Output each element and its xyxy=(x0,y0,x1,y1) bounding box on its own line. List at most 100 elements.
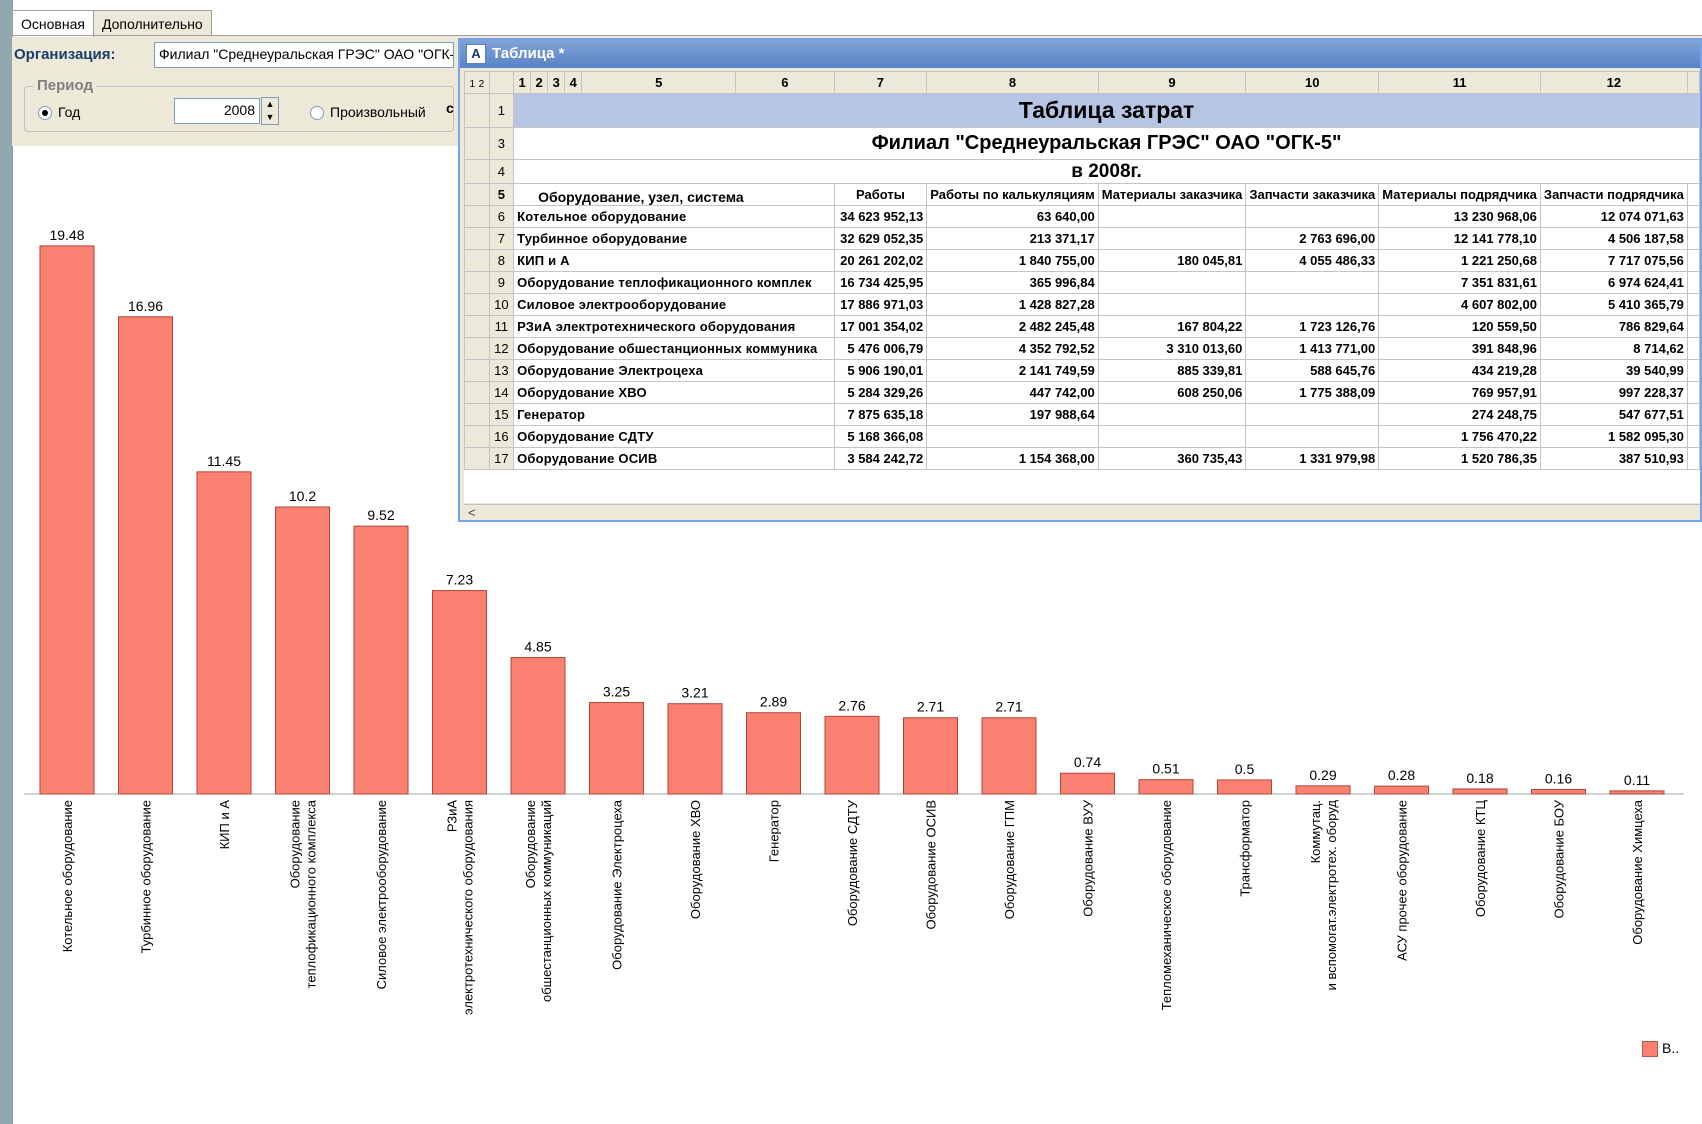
cell-works: 5 476 006,79 xyxy=(833,337,928,360)
col-header[interactable]: 9 xyxy=(1097,71,1247,94)
bar-value-label: 0.74 xyxy=(1074,754,1101,770)
bar-10[interactable] xyxy=(824,715,880,795)
year-input[interactable]: 2008 xyxy=(174,98,260,124)
bar-17[interactable] xyxy=(1374,785,1429,795)
col-header[interactable]: 8 xyxy=(926,71,1099,94)
bar-15[interactable] xyxy=(1217,779,1272,795)
tab-additional[interactable]: Дополнительно xyxy=(92,10,212,36)
row-number[interactable]: 1 xyxy=(488,93,515,128)
bar-19[interactable] xyxy=(1531,788,1586,795)
cell-contractor-materials: 120 559,50 xyxy=(1378,315,1541,338)
cell-works-calc xyxy=(926,425,1099,448)
level-buttons[interactable]: 1 2 xyxy=(464,71,490,94)
table-row[interactable]: 16 Оборудование СДТУ 5 168 366,08 1 756 470… xyxy=(464,425,1700,448)
cell-contractor-parts: 4 506 187,58 xyxy=(1539,227,1688,250)
col-header[interactable]: 3 xyxy=(547,71,566,94)
row-number[interactable]: 7 xyxy=(488,227,515,250)
table-row[interactable]: 15 Генератор 7 875 635,18 197 988,64 274 248… xyxy=(464,403,1700,426)
cell-contractor-parts: 8 714,62 xyxy=(1539,337,1688,360)
bar-8[interactable] xyxy=(667,703,723,795)
table-icon: A xyxy=(466,44,486,64)
equipment-name: Генератор xyxy=(513,403,835,426)
table-window[interactable]: A Таблица * 1 2 1 2 3 4 5 6 7 8 9 10 11 … xyxy=(458,38,1702,522)
table-row[interactable]: 9 Оборудование теплофикационного комплек 1… xyxy=(464,271,1700,294)
year-spinner[interactable]: ▲ ▼ xyxy=(261,97,279,125)
bar-value-label: 19.48 xyxy=(49,227,84,243)
col-header[interactable]: 12 xyxy=(1539,71,1688,94)
row-number[interactable]: 3 xyxy=(488,127,515,160)
bar-9[interactable] xyxy=(746,712,801,795)
cell-customer-materials xyxy=(1097,425,1247,448)
row-number[interactable]: 10 xyxy=(488,293,515,316)
table-row[interactable]: 14 Оборудование ХВО 5 284 329,26 447 742,00… xyxy=(464,381,1700,404)
bar-2[interactable] xyxy=(196,471,252,795)
cell-works-calc: 213 371,17 xyxy=(926,227,1099,250)
row-number[interactable]: 4 xyxy=(488,159,515,184)
col-header[interactable]: 4 xyxy=(564,71,583,94)
row-number[interactable]: 8 xyxy=(488,249,515,272)
category-label: Оборудование ОСИВ xyxy=(924,800,939,930)
col-header[interactable]: 7 xyxy=(833,71,928,94)
cell-contractor-materials: 4 607 802,00 xyxy=(1378,293,1541,316)
col-header[interactable]: 10 xyxy=(1245,71,1380,94)
category-label: РЗиА xyxy=(445,800,460,832)
bar-13[interactable] xyxy=(1060,772,1115,795)
bar-value-label: 9.52 xyxy=(367,507,394,523)
col-header[interactable]: 2 xyxy=(530,71,549,94)
col-header[interactable]: 5 xyxy=(581,71,737,94)
horizontal-scrollbar[interactable]: < xyxy=(464,504,1700,520)
row-number[interactable]: 5 xyxy=(488,183,515,206)
col-header[interactable]: 11 xyxy=(1378,71,1541,94)
table-row[interactable]: 11 РЗиА электротехнического оборудования 1… xyxy=(464,315,1700,338)
cell-contractor-parts: 1 582 095,30 xyxy=(1539,425,1688,448)
row-number[interactable]: 13 xyxy=(488,359,515,382)
bar-3[interactable] xyxy=(275,506,330,795)
row-number[interactable]: 9 xyxy=(488,271,515,294)
spreadsheet-grid[interactable]: 1 2 1 2 3 4 5 6 7 8 9 10 11 12 1 Таблица… xyxy=(464,71,1700,503)
bar-value-label: 2.71 xyxy=(995,699,1022,715)
spin-down-icon[interactable]: ▼ xyxy=(262,111,278,124)
row-number[interactable]: 11 xyxy=(488,315,515,338)
row-number[interactable]: 12 xyxy=(488,337,515,360)
bar-12[interactable] xyxy=(981,717,1037,795)
scroll-left-icon[interactable]: < xyxy=(468,505,476,520)
category-label: Тепломеханическое оборудование xyxy=(1159,800,1174,1010)
bar-4[interactable] xyxy=(353,525,409,795)
cell-empty xyxy=(1686,337,1700,360)
table-row[interactable]: 7 Турбинное оборудование 32 629 052,35 213 … xyxy=(464,227,1700,250)
bar-5[interactable] xyxy=(432,590,487,795)
bar-7[interactable] xyxy=(589,702,644,795)
bar-16[interactable] xyxy=(1295,785,1351,795)
equipment-name: Оборудование ОСИВ xyxy=(513,447,835,470)
cell-works: 20 261 202,02 xyxy=(833,249,928,272)
bar-18[interactable] xyxy=(1452,788,1508,795)
table-row[interactable]: 12 Оборудование обшестанционных коммуника… xyxy=(464,337,1700,360)
radio-custom[interactable] xyxy=(310,106,324,120)
table-row[interactable]: 8 КИП и А 20 261 202,02 1 840 755,00 180 045… xyxy=(464,249,1700,272)
cell-customer-parts: 1 723 126,76 xyxy=(1245,315,1380,338)
window-titlebar[interactable]: A Таблица * xyxy=(460,40,1700,68)
row-number[interactable]: 17 xyxy=(488,447,515,470)
col-header[interactable]: 1 xyxy=(513,71,532,94)
row-number[interactable]: 6 xyxy=(488,205,515,228)
tab-main[interactable]: Основная xyxy=(12,10,94,37)
col-header[interactable]: 6 xyxy=(735,71,835,94)
cell-works-calc: 447 742,00 xyxy=(926,381,1099,404)
table-row[interactable]: 6 Котельное оборудование 34 623 952,13 63 6… xyxy=(464,205,1700,228)
bar-value-label: 3.25 xyxy=(603,684,630,700)
bar-11[interactable] xyxy=(903,717,958,795)
bar-20[interactable] xyxy=(1609,790,1665,795)
row-number[interactable]: 14 xyxy=(488,381,515,404)
bar-0[interactable] xyxy=(39,245,95,795)
row-number[interactable]: 15 xyxy=(488,403,515,426)
spin-up-icon[interactable]: ▲ xyxy=(262,98,278,111)
bar-6[interactable] xyxy=(510,657,566,795)
bar-14[interactable] xyxy=(1138,779,1194,795)
table-row[interactable]: 10 Силовое электрооборудование 17 886 971,… xyxy=(464,293,1700,316)
table-row[interactable]: 13 Оборудование Электроцеха 5 906 190,01 2 … xyxy=(464,359,1700,382)
organization-field[interactable]: Филиал "Среднеуральская ГРЭС" ОАО "ОГК-5… xyxy=(154,42,454,68)
row-number[interactable]: 16 xyxy=(488,425,515,448)
bar-1[interactable] xyxy=(118,316,173,795)
table-row[interactable]: 17 Оборудование ОСИВ 3 584 242,72 1 154 368… xyxy=(464,447,1700,470)
radio-year[interactable] xyxy=(38,106,52,120)
